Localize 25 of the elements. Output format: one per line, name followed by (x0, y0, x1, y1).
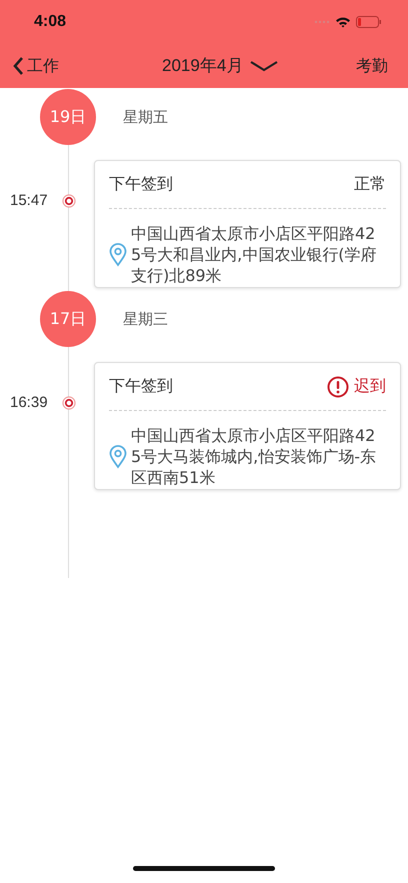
battery-icon (356, 16, 382, 28)
time-label: 15:47 (10, 192, 48, 209)
warning-icon (327, 376, 349, 398)
address-text: 中国山西省太原市小店区平阳路425号大马装饰城内,怡安装饰广场-东区西南51米 (131, 425, 378, 488)
record-title: 下午签到 (109, 174, 173, 195)
date-badge: 19日 (40, 89, 96, 145)
status-label: 正常 (354, 174, 386, 195)
status-time: 4:08 (34, 13, 66, 31)
back-button[interactable]: 工作 (12, 56, 59, 76)
date-badge: 17日 (40, 291, 96, 347)
location-pin-icon (109, 444, 127, 468)
month-picker[interactable]: 2019年4月 (162, 54, 280, 77)
back-icon (12, 56, 24, 76)
timeline-dot-icon (62, 396, 76, 410)
address-text: 中国山西省太原市小店区平阳路425号大和昌业内,中国农业银行(学府支行)北89米 (131, 223, 378, 286)
chevron-down-icon (249, 60, 280, 72)
attendance-button[interactable]: 考勤 (356, 56, 388, 76)
timeline-dot-icon (62, 194, 76, 208)
status-label: 迟到 (354, 376, 386, 397)
wifi-icon (335, 16, 351, 28)
time-label: 16:39 (10, 394, 48, 411)
record-title: 下午签到 (109, 376, 173, 397)
location-pin-icon (109, 242, 127, 266)
weekday-label: 星期五 (123, 108, 168, 126)
weekday-label: 星期三 (123, 310, 168, 328)
